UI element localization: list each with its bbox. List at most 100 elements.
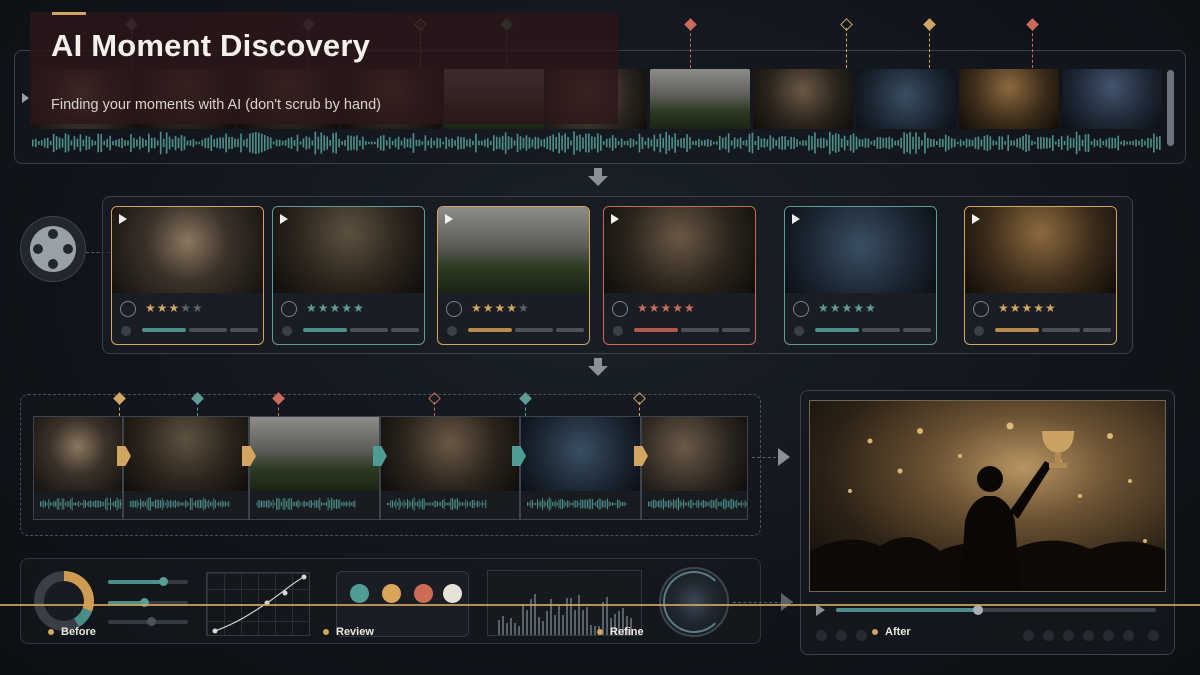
step-label-review: Review bbox=[336, 626, 374, 638]
step-label-refine: Refine bbox=[610, 626, 644, 638]
clip-score-bars bbox=[142, 328, 258, 332]
preview-control-dot[interactable] bbox=[1023, 630, 1034, 641]
histogram-bar bbox=[590, 625, 592, 635]
clip-thumbnail[interactable] bbox=[604, 207, 755, 293]
preview-control-dot[interactable] bbox=[836, 630, 847, 641]
timeline-frame[interactable] bbox=[753, 69, 853, 129]
clip-select-radio[interactable] bbox=[793, 301, 809, 317]
timeline-frame[interactable] bbox=[959, 69, 1059, 129]
preview-control-dot[interactable] bbox=[1148, 630, 1159, 641]
flow-arrow-right-icon bbox=[778, 448, 790, 466]
histogram-bar bbox=[542, 621, 544, 635]
clip-status-dot bbox=[613, 326, 623, 336]
flow-connector bbox=[752, 457, 776, 458]
film-reel-hole bbox=[33, 244, 43, 254]
workflow-progress-line bbox=[0, 604, 1200, 606]
clip-card-slide-tackle[interactable]: ★★★★★ bbox=[603, 206, 756, 345]
segment-waveform bbox=[527, 497, 627, 511]
clip-score-bars bbox=[815, 328, 931, 332]
preview-control-dot[interactable] bbox=[1083, 630, 1094, 641]
preview-control-dot[interactable] bbox=[1043, 630, 1054, 641]
clip-card-sprint-run[interactable]: ★★★★★ bbox=[437, 206, 590, 345]
clip-play-icon[interactable] bbox=[280, 214, 288, 224]
timeline-frame[interactable] bbox=[856, 69, 956, 129]
histogram-bar bbox=[546, 610, 548, 635]
clip-card-smoke-entrance[interactable]: ★★★★★ bbox=[111, 206, 264, 345]
timeline-frame[interactable] bbox=[1062, 69, 1162, 129]
clip-thumbnail[interactable] bbox=[785, 207, 936, 293]
timeline-frame[interactable] bbox=[650, 69, 750, 129]
timeline-segment[interactable] bbox=[33, 416, 123, 520]
moment-marker-diamond[interactable] bbox=[840, 18, 853, 31]
preview-control-dot[interactable] bbox=[1063, 630, 1074, 641]
clip-star-rating[interactable]: ★★★★★ bbox=[818, 301, 877, 315]
timeline-segment[interactable] bbox=[641, 416, 748, 520]
clip-thumbnail[interactable] bbox=[965, 207, 1116, 293]
preview-scrubber-handle[interactable] bbox=[973, 605, 983, 615]
clip-card-crowd-cheer[interactable]: ★★★★★ bbox=[272, 206, 425, 345]
moment-marker-diamond[interactable] bbox=[1026, 18, 1039, 31]
timeline-segment[interactable] bbox=[249, 416, 380, 520]
histogram-bar bbox=[498, 619, 500, 635]
clip-play-icon[interactable] bbox=[445, 214, 453, 224]
timeline-scrollbar[interactable] bbox=[1167, 70, 1174, 146]
clip-thumbnail[interactable] bbox=[438, 207, 589, 293]
step-dot bbox=[323, 629, 329, 635]
moment-marker-line bbox=[846, 28, 847, 68]
histogram-bar bbox=[594, 625, 596, 635]
preview-control-dot[interactable] bbox=[1123, 630, 1134, 641]
preview-control-dot[interactable] bbox=[856, 630, 867, 641]
timeline-segment[interactable] bbox=[520, 416, 641, 520]
adjust-slider-handle[interactable] bbox=[159, 577, 168, 586]
preview-video[interactable] bbox=[809, 400, 1166, 592]
timeline-segment[interactable] bbox=[380, 416, 520, 520]
color-swatch-teal[interactable] bbox=[350, 584, 369, 603]
clip-card-trophy-shot[interactable]: ★★★★★ bbox=[784, 206, 937, 345]
preview-control-dot[interactable] bbox=[816, 630, 827, 641]
clip-card-celebration[interactable]: ★★★★★ bbox=[964, 206, 1117, 345]
clip-score-bars bbox=[303, 328, 419, 332]
clip-star-rating[interactable]: ★★★★★ bbox=[471, 301, 530, 315]
step-dot bbox=[872, 629, 878, 635]
clip-status-dot bbox=[447, 326, 457, 336]
clip-star-rating[interactable]: ★★★★★ bbox=[998, 301, 1057, 315]
clip-play-icon[interactable] bbox=[119, 214, 127, 224]
timeline-segment[interactable] bbox=[123, 416, 249, 520]
clip-select-radio[interactable] bbox=[973, 301, 989, 317]
clip-play-icon[interactable] bbox=[972, 214, 980, 224]
timeline-play-icon[interactable] bbox=[22, 93, 29, 103]
clip-star-rating[interactable]: ★★★★★ bbox=[637, 301, 696, 315]
histogram-bar bbox=[582, 610, 584, 635]
clip-select-radio[interactable] bbox=[612, 301, 628, 317]
clip-star-rating[interactable]: ★★★★★ bbox=[145, 301, 204, 315]
film-reel-hole bbox=[48, 259, 58, 269]
clip-play-icon[interactable] bbox=[611, 214, 619, 224]
clip-thumbnail[interactable] bbox=[273, 207, 424, 293]
color-swatch-red[interactable] bbox=[414, 584, 433, 603]
adjust-slider-handle[interactable] bbox=[147, 617, 156, 626]
histogram-bar bbox=[506, 622, 508, 635]
clip-status-dot bbox=[282, 326, 292, 336]
histogram-bar bbox=[586, 606, 588, 635]
histogram-bar bbox=[502, 615, 504, 635]
histogram-bar bbox=[534, 593, 536, 635]
clip-status-dot bbox=[121, 326, 131, 336]
clip-select-radio[interactable] bbox=[281, 301, 297, 317]
focus-dial-ring bbox=[663, 571, 725, 633]
clip-select-radio[interactable] bbox=[446, 301, 462, 317]
histogram-bar bbox=[522, 604, 524, 635]
flow-arrow-down-stem bbox=[594, 358, 602, 366]
moment-marker-diamond[interactable] bbox=[923, 18, 936, 31]
moment-marker-diamond[interactable] bbox=[684, 18, 697, 31]
clip-select-radio[interactable] bbox=[120, 301, 136, 317]
clip-thumbnail[interactable] bbox=[112, 207, 263, 293]
adjust-slider-fill bbox=[108, 580, 164, 584]
histogram-bar bbox=[578, 594, 580, 635]
histogram-bar bbox=[526, 609, 528, 635]
preview-control-dot[interactable] bbox=[1103, 630, 1114, 641]
color-swatch-gold[interactable] bbox=[382, 584, 401, 603]
clip-play-icon[interactable] bbox=[792, 214, 800, 224]
clip-star-rating[interactable]: ★★★★★ bbox=[306, 301, 365, 315]
color-swatch-white[interactable] bbox=[443, 584, 462, 603]
preview-scene bbox=[810, 422, 1165, 591]
